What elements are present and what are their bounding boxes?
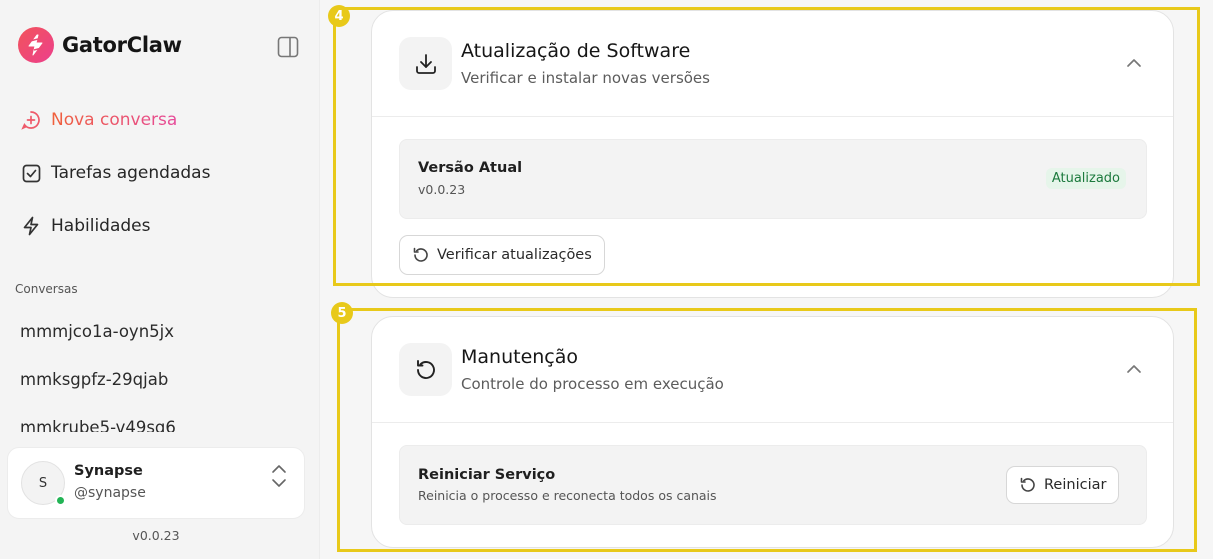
user-handle: @synapse xyxy=(74,485,146,501)
highlight-number-badge: 5 xyxy=(331,302,353,324)
conversation-item[interactable]: mmkrube5-v49sq6 xyxy=(20,418,176,432)
app-version: v0.0.23 xyxy=(132,528,180,543)
highlight-box-5 xyxy=(337,308,1197,552)
nav-skills-label: Habilidades xyxy=(51,216,151,236)
user-card[interactable]: S Synapse @synapse xyxy=(7,447,305,519)
nav-scheduled-tasks[interactable]: Tarefas agendadas xyxy=(20,162,210,184)
highlight-number-badge: 4 xyxy=(328,5,350,27)
brand[interactable]: GatorClaw xyxy=(18,27,182,63)
conversation-item[interactable]: mmmjco1a-oyn5jx xyxy=(20,322,174,341)
logo-icon xyxy=(18,27,54,63)
chat-plus-icon xyxy=(20,109,42,131)
conversations-section-label: Conversas xyxy=(15,282,78,296)
checkbox-icon xyxy=(20,162,42,184)
sidebar: GatorClaw Nova conversa Tarefas agendada… xyxy=(0,0,320,559)
conversation-list[interactable]: mmmjco1a-oyn5jx mmksgpfz-29qjab mmkrube5… xyxy=(0,310,320,432)
nav-new-conversation[interactable]: Nova conversa xyxy=(20,109,177,131)
sidebar-toggle-icon[interactable] xyxy=(277,36,299,58)
online-status-dot xyxy=(55,495,66,506)
app-name: GatorClaw xyxy=(62,33,182,57)
highlight-box-4 xyxy=(333,7,1200,286)
lightning-icon xyxy=(20,215,42,237)
chevron-up-down-icon[interactable] xyxy=(270,463,288,489)
conversation-item[interactable]: mmksgpfz-29qjab xyxy=(20,370,168,389)
user-name: Synapse xyxy=(74,463,143,479)
nav-new-conversation-label: Nova conversa xyxy=(51,110,178,130)
nav-skills[interactable]: Habilidades xyxy=(20,215,150,237)
nav-scheduled-tasks-label: Tarefas agendadas xyxy=(51,163,211,183)
